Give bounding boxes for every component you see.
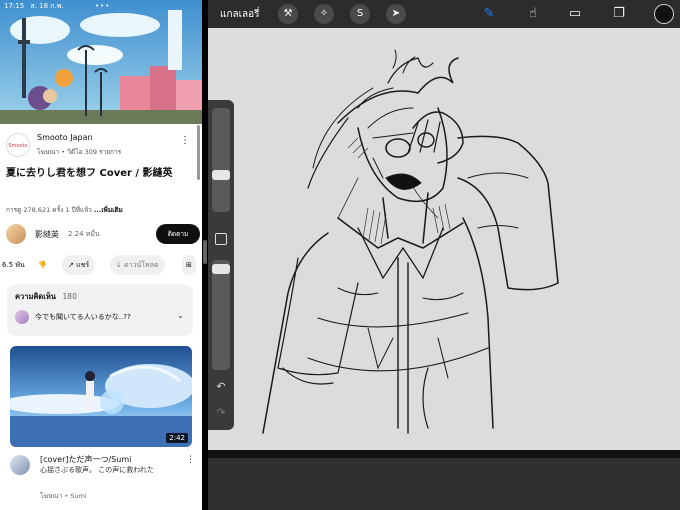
eyedropper-button[interactable] (215, 233, 227, 245)
canvas-bottom-area (208, 458, 680, 510)
recommended-thumbnail[interactable]: 2:42 (10, 346, 192, 447)
like-count: 6.5 พัน (2, 261, 25, 269)
procreate-pane: แกลเลอรี่ ⚒ ✧ S ➤ ✎ ☝ ▭ ❐ ↶ ↷ (208, 0, 680, 510)
redo-icon[interactable]: ↷ (214, 406, 228, 420)
comments-label: ความคิดเห็น (15, 292, 56, 301)
multitask-dots-icon[interactable]: ••• (95, 0, 110, 12)
eraser-icon[interactable]: ▭ (566, 5, 584, 23)
like-button[interactable]: 6.5 พัน (0, 255, 31, 275)
recommended-avatar[interactable] (10, 455, 30, 475)
brush-icon[interactable]: ✎ (480, 5, 498, 23)
drawing-canvas[interactable] (208, 28, 680, 458)
video-title: 夏に去りし君を想フ Cover / 影縫英 (6, 168, 173, 179)
wrench-icon[interactable]: ⚒ (278, 4, 298, 24)
status-bar: 17:15 ส. 18 ก.พ. ••• (0, 0, 202, 12)
color-picker-button[interactable] (654, 4, 674, 24)
comments-card[interactable]: ความคิดเห็น 180 今でも聞いてる人いるかな..?? ⌄ (7, 284, 193, 336)
ad-channel-row[interactable]: Smooto Smooto Japan โฆษณา • วิดีโอ 309 ร… (6, 131, 202, 161)
procreate-toolbar: แกลเลอรี่ ⚒ ✧ S ➤ ✎ ☝ ▭ ❐ (208, 0, 680, 28)
video-meta: การดู 278,621 ครั้ง 1 ปีที่แล้ว ...เพิ่ม… (6, 205, 123, 215)
download-button[interactable]: ↓ ดาวน์โหลด (110, 255, 165, 275)
brush-size-knob[interactable] (212, 170, 230, 180)
top-comment: 今でも聞いてる人いるかな..?? (35, 313, 131, 321)
subscribe-button[interactable]: ติดตาม (156, 224, 200, 244)
artist-avatar[interactable] (6, 224, 26, 244)
gallery-button[interactable]: แกลเลอรี่ (220, 7, 260, 22)
share-button[interactable]: ↗ แชร์ (62, 255, 96, 275)
transform-icon[interactable]: ➤ (386, 4, 406, 24)
recommended-title[interactable]: [cover]ただ声一つ/Sumi (40, 455, 180, 465)
action-bar: 6.5 พัน 👎 ↗ แชร์ ↓ ดาวน์โหลด ⊞ (0, 255, 202, 275)
youtube-pane: 17:15 ส. 18 ก.พ. ••• Smooto Smooto Japan… (0, 0, 202, 510)
artist-row: 影縫英 2.24 หมื่น ติดตาม (6, 222, 202, 246)
chevron-down-icon[interactable]: ⌄ (177, 311, 184, 320)
dislike-button[interactable]: 👎 (32, 255, 53, 275)
brush-sidebar: ↶ ↷ (208, 100, 234, 430)
status-time: 17:15 (4, 2, 25, 10)
undo-icon[interactable]: ↶ (214, 380, 228, 394)
channel-logo: Smooto (6, 133, 30, 157)
commenter-avatar (15, 310, 29, 324)
channel-name: Smooto Japan (37, 133, 93, 142)
comments-count: 180 (62, 292, 77, 301)
download-icon: ↓ (116, 261, 122, 269)
channel-meta: โฆษณา • วิดีโอ 309 รายการ (37, 148, 122, 156)
video-thumbnail (0, 0, 202, 124)
thumbs-down-icon: 👎 (38, 261, 47, 269)
recommended-subtitle: 心揺さぶる歌声。 この声に救われた (40, 466, 154, 474)
share-label: แชร์ (76, 261, 90, 269)
scrollbar[interactable] (197, 125, 200, 180)
brush-size-slider[interactable] (212, 108, 230, 212)
layers-icon[interactable]: ❐ (610, 5, 628, 23)
smudge-icon[interactable]: ☝ (524, 5, 542, 23)
save-icon: ⊞ (186, 261, 192, 269)
download-label: ดาวน์โหลด (124, 261, 159, 269)
divider-handle[interactable] (203, 240, 207, 264)
sketch-artwork (208, 49, 680, 458)
artist-subscribers: 2.24 หมื่น (68, 230, 100, 238)
share-icon: ↗ (68, 261, 74, 269)
recommended-image (10, 346, 192, 447)
comments-header: ความคิดเห็น 180 (15, 291, 77, 303)
video-player[interactable] (0, 0, 202, 124)
artist-name[interactable]: 影縫英 (35, 229, 59, 240)
opacity-slider[interactable] (212, 260, 230, 370)
recommended-meta: โฆษณา • Sumi (40, 492, 87, 500)
magic-wand-icon[interactable]: ✧ (314, 4, 334, 24)
status-date: ส. 18 ก.พ. (30, 2, 64, 10)
views-meta: การดู 278,621 ครั้ง 1 ปีที่แล้ว (6, 206, 92, 214)
selection-icon[interactable]: S (350, 4, 370, 24)
opacity-knob[interactable] (212, 264, 230, 274)
more-options-icon[interactable]: ⋮ (186, 455, 195, 465)
more-link[interactable]: ...เพิ่มเติม (94, 206, 123, 214)
video-duration: 2:42 (166, 433, 188, 443)
more-options-icon[interactable]: ⋮ (180, 135, 190, 146)
save-button[interactable]: ⊞ (182, 255, 196, 275)
